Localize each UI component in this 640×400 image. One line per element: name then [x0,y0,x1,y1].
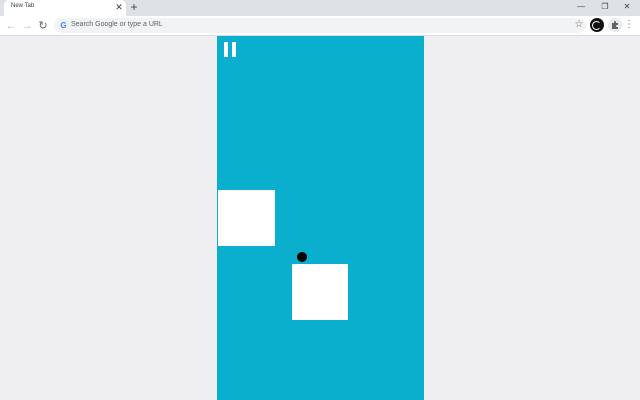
reload-button[interactable]: ↻ [36,19,50,33]
minimize-icon[interactable]: — [570,0,592,14]
white-block [218,190,275,246]
game-canvas[interactable] [217,36,424,400]
tab-title: New Tab [11,3,35,9]
player-ball [297,252,307,262]
browser-toolbar: ← → ↻ G Search Google or type a URL ☆ ⋮ [0,16,640,36]
new-tab-button[interactable]: + [128,1,140,13]
pause-button[interactable] [224,42,238,57]
close-tab-icon[interactable]: ✕ [114,2,124,12]
google-icon: G [60,21,67,30]
page-viewport [0,36,640,400]
extensions-puzzle-icon[interactable] [608,18,622,32]
bookmark-star-icon[interactable]: ☆ [573,19,585,31]
close-window-icon[interactable]: ✕ [616,0,638,14]
forward-button[interactable]: → [20,19,34,33]
profile-avatar[interactable] [590,18,604,32]
puzzle-icon [612,21,618,29]
restore-icon[interactable]: ❐ [594,0,616,14]
pause-bar-right [232,42,236,57]
kebab-menu-icon[interactable]: ⋮ [624,19,634,31]
pause-bar-left [224,42,228,57]
address-bar[interactable]: G Search Google or type a URL [54,18,586,33]
white-block [292,264,348,320]
tab-new-tab[interactable]: New Tab ✕ [4,0,126,16]
tab-strip: New Tab ✕ + — ❐ ✕ [0,0,640,16]
back-button[interactable]: ← [4,19,18,33]
address-bar-placeholder: Search Google or type a URL [71,21,163,28]
